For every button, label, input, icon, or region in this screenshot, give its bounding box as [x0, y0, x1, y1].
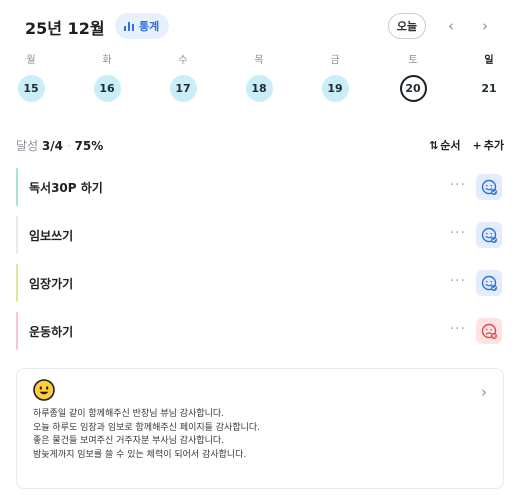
memo-line: 좋은 물건들 보여주신 거주자분 부사님 감사합니다.	[33, 436, 225, 446]
sort-label: 순서	[440, 139, 461, 152]
day-of-week-label: 월	[26, 55, 36, 66]
date-circle[interactable]: 21	[476, 75, 503, 102]
add-task-button[interactable]: + 추가	[473, 137, 504, 153]
week-strip: 월 15 화 16 수 17 목 18 금 19 토 20 일 21	[0, 51, 516, 111]
stats-button[interactable]: 통계	[115, 13, 170, 39]
task-color-bar	[16, 216, 18, 254]
sort-arrows-icon: ⇅	[429, 138, 439, 152]
sort-button[interactable]: ⇅ 순서	[429, 137, 460, 153]
day-of-week-label: 수	[178, 55, 188, 66]
date-circle[interactable]: 15	[17, 75, 45, 102]
status-done-button[interactable]	[476, 174, 502, 200]
smile-check-icon	[481, 227, 497, 243]
date-circle-selected[interactable]: 20	[399, 75, 427, 102]
memo-line: 하루종일 같이 함께해주신 반장님 뷰님 감사합니다.	[33, 409, 225, 419]
more-options-icon[interactable]: ···	[450, 177, 466, 193]
task-color-bar	[16, 264, 18, 302]
day-of-week-label: 목	[254, 55, 264, 66]
date-circle[interactable]: 19	[321, 75, 349, 102]
gratitude-memo-card[interactable]: › 하루종일 같이 함께해주신 반장님 뷰님 감사합니다. 오늘 하루도 임장과…	[16, 368, 504, 489]
task-item[interactable]: 임장가기 ···	[16, 264, 504, 302]
memo-line: 밤늦게까지 임보를 쓸 수 있는 체력이 되어서 감사합니다.	[33, 449, 247, 460]
task-item[interactable]: 운동하기 ···	[16, 312, 504, 350]
status-failed-button[interactable]	[476, 318, 502, 344]
more-options-icon[interactable]: ···	[450, 273, 466, 289]
task-item[interactable]: 독서30P 하기 ···	[16, 168, 504, 206]
day-mon[interactable]: 월 15	[16, 51, 46, 102]
date-circle[interactable]: 16	[93, 75, 121, 102]
day-sun[interactable]: 일 21	[474, 51, 504, 102]
status-done-button[interactable]	[476, 270, 502, 296]
next-week-button[interactable]: ›	[474, 15, 496, 37]
day-of-week-label: 토	[408, 55, 418, 66]
smile-check-icon	[481, 179, 497, 195]
stats-label: 통계	[139, 20, 160, 33]
progress-separator: ·	[66, 139, 71, 153]
today-button[interactable]: 오늘	[388, 13, 426, 39]
day-of-week-label: 화	[102, 55, 112, 66]
progress-fraction: 3/4	[41, 139, 64, 153]
chevron-right-icon: ›	[482, 17, 488, 35]
more-options-icon[interactable]: ···	[450, 225, 466, 241]
bar-chart-icon	[124, 22, 134, 31]
list-actions: ⇅ 순서 + 추가	[429, 137, 504, 153]
progress-label: 달성	[16, 139, 39, 153]
task-title: 독서30P 하기	[29, 181, 103, 195]
month-title: 25년 12월	[25, 19, 105, 38]
date-circle[interactable]: 18	[245, 75, 273, 102]
plus-icon: +	[472, 138, 482, 152]
memo-text: 하루종일 같이 함께해주신 반장님 뷰님 감사합니다. 오늘 하루도 임장과 임…	[33, 408, 487, 462]
calendar-header: 25년 12월 통계 오늘 ‹ ›	[20, 13, 498, 39]
task-item[interactable]: 임보쓰기 ···	[16, 216, 504, 254]
smiling-face-icon	[33, 379, 55, 401]
smile-check-icon	[481, 275, 497, 291]
date-circle[interactable]: 17	[169, 75, 197, 102]
more-options-icon[interactable]: ···	[450, 321, 466, 337]
day-tue[interactable]: 화 16	[92, 51, 122, 102]
day-wed[interactable]: 수 17	[168, 51, 198, 102]
task-color-bar	[16, 312, 18, 350]
memo-line: 오늘 하루도 임장과 임보로 함께해주신 페이지들 감사합니다.	[33, 422, 261, 433]
progress-row: 달성 3/4 · 75% ⇅ 순서 + 추가	[16, 137, 504, 154]
day-of-week-label: 일	[484, 55, 494, 66]
day-of-week-label: 금	[330, 55, 340, 66]
day-fri[interactable]: 금 19	[320, 51, 350, 102]
chevron-left-icon: ‹	[448, 17, 454, 35]
add-label: 추가	[483, 139, 504, 152]
task-title: 임장가기	[29, 277, 74, 291]
task-title: 운동하기	[29, 325, 74, 339]
task-title: 임보쓰기	[29, 229, 74, 243]
task-color-bar	[16, 168, 18, 206]
prev-week-button[interactable]: ‹	[440, 15, 462, 37]
status-done-button[interactable]	[476, 222, 502, 248]
progress-percent: 75%	[74, 139, 104, 153]
day-thu[interactable]: 목 18	[244, 51, 274, 102]
sad-x-icon	[481, 323, 497, 339]
day-sat[interactable]: 토 20	[398, 51, 428, 102]
chevron-right-icon[interactable]: ›	[481, 383, 487, 401]
